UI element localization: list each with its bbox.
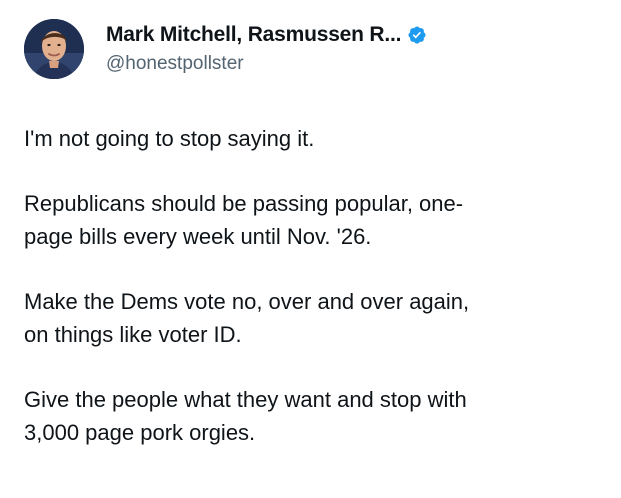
tweet-card: Mark Mitchell, Rasmussen R... @honestpol… [0,0,621,498]
profile-photo-icon [24,19,84,79]
verified-badge-icon [407,25,427,45]
tweet-paragraph: Republicans should be passing popular, o… [24,191,464,249]
tweet-paragraph: Make the Dems vote no, over and over aga… [24,289,470,347]
author-name-row: Mark Mitchell, Rasmussen R... [106,23,427,47]
author-handle[interactable]: @honestpollster [106,53,427,75]
author-display-name[interactable]: Mark Mitchell, Rasmussen R... [106,23,401,47]
avatar[interactable] [24,19,84,79]
tweet-text: I'm not going to stop saying it. Republi… [24,122,604,449]
tweet-paragraph: I'm not going to stop saying it. [24,126,315,151]
tweet-header: Mark Mitchell, Rasmussen R... @honestpol… [24,12,427,86]
tweet-paragraph: Give the people what they want and stop … [24,387,467,445]
author-identity: Mark Mitchell, Rasmussen R... @honestpol… [106,23,427,75]
